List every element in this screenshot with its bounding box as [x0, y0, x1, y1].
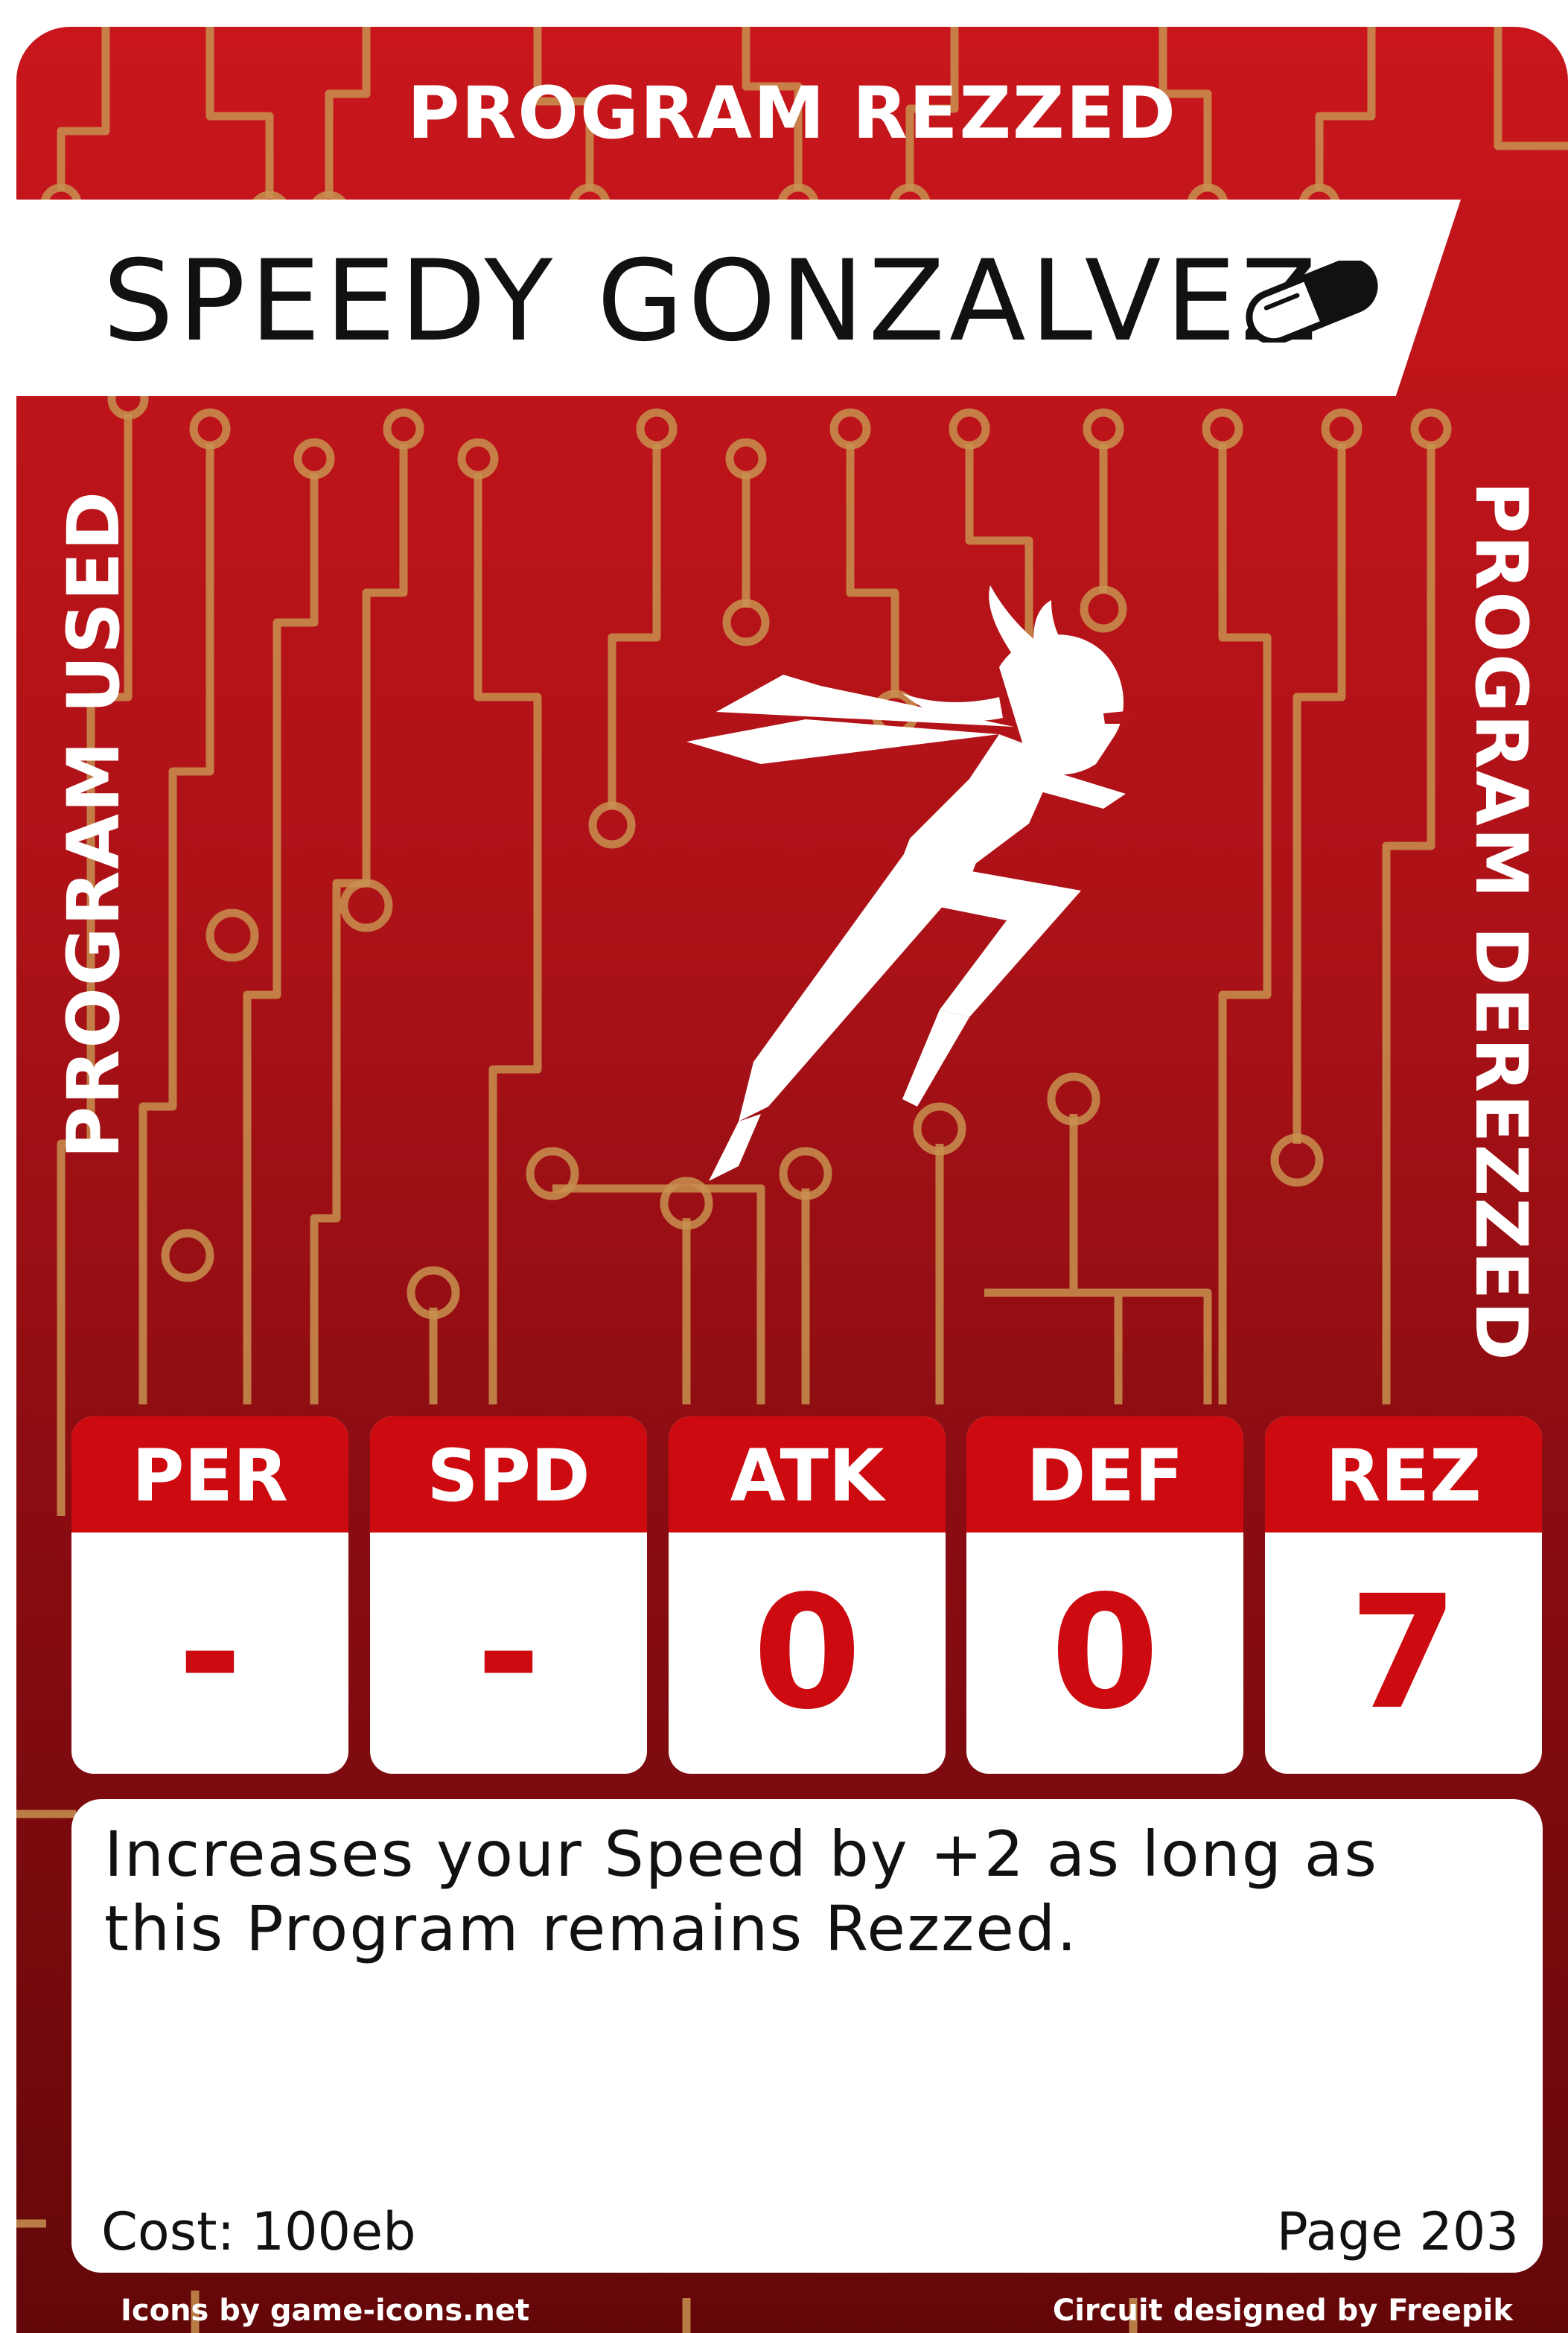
stat-value: -: [177, 1562, 243, 1744]
program-rezzed-label: PROGRAM REZZED: [407, 71, 1177, 155]
stat-label: SPD: [370, 1416, 647, 1532]
stat-value: -: [476, 1562, 541, 1744]
program-derezzed-label: PROGRAM DEREZZED: [1459, 481, 1543, 1363]
stat-label: PER: [71, 1416, 348, 1532]
name-banner: SPEEDY GONZALVEZ: [16, 200, 1461, 396]
stat-def: DEF 0: [966, 1416, 1243, 1774]
stat-label: REZ: [1265, 1416, 1542, 1532]
program-card: PROGRAM REZZED SPEEDY GONZALVEZ PROGRAM …: [16, 27, 1568, 2333]
stat-rez: REZ 7: [1265, 1416, 1542, 1774]
stat-label: DEF: [966, 1416, 1243, 1532]
circuit-credit: Circuit designed by Freepik: [1052, 2294, 1513, 2328]
stat-per: PER -: [71, 1416, 348, 1774]
pill-capsule-icon: [1246, 261, 1378, 343]
rules-box: Increases your Speed by +2 as long as th…: [71, 1799, 1543, 2273]
stat-value: 0: [1050, 1562, 1160, 1744]
leaping-ninja-figure: [686, 585, 1133, 1181]
stat-spd: SPD -: [370, 1416, 647, 1774]
card-name: SPEEDY GONZALVEZ: [103, 237, 1322, 366]
stat-atk: ATK 0: [669, 1416, 946, 1774]
stat-label: ATK: [669, 1416, 946, 1532]
stat-value: 7: [1348, 1562, 1459, 1744]
stats-row: PER - SPD - ATK 0 DEF 0 REZ 7: [71, 1416, 1543, 1774]
stat-value: 0: [752, 1562, 862, 1744]
page-reference: Page 203: [1276, 2201, 1519, 2262]
rules-text: Increases your Speed by +2 as long as th…: [104, 1818, 1378, 1965]
cost-label: Cost: 100eb: [101, 2201, 416, 2262]
icons-credit: Icons by game-icons.net: [121, 2294, 530, 2328]
program-used-label: PROGRAM USED: [52, 489, 136, 1159]
